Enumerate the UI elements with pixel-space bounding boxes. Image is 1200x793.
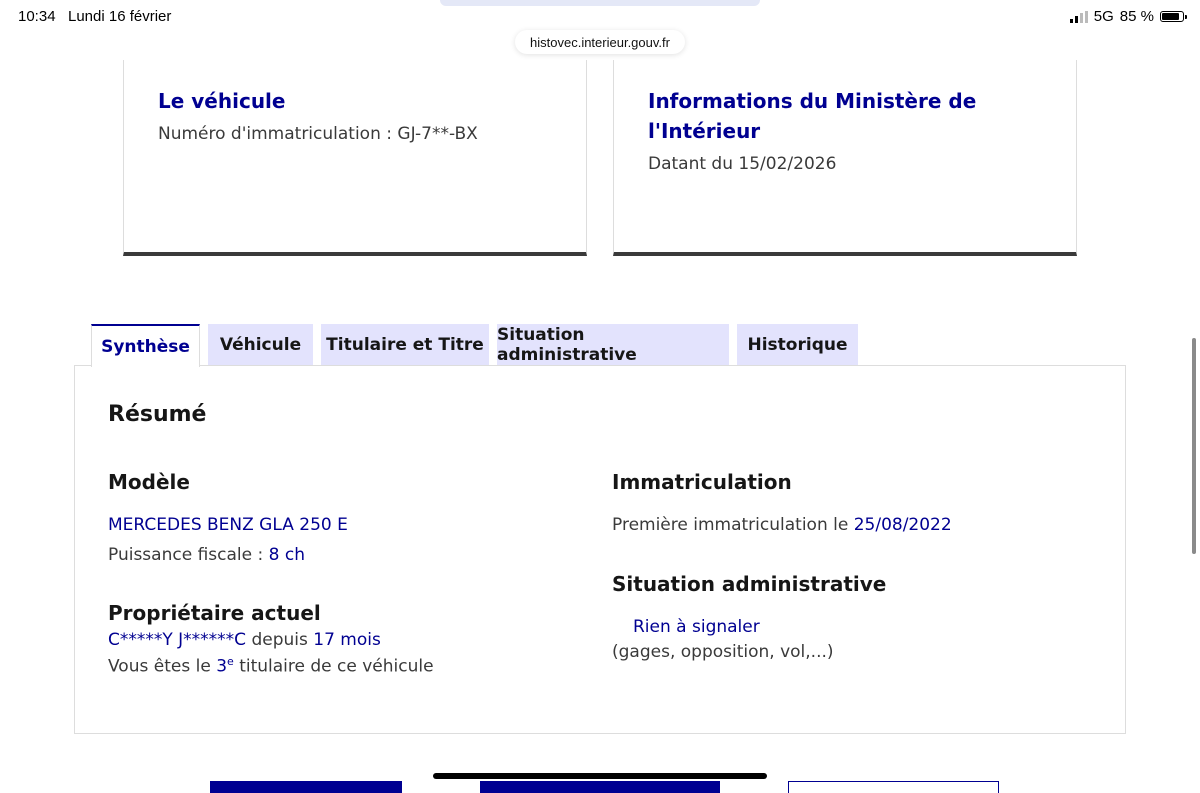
tab-situation-administrative[interactable]: Situation administrative bbox=[497, 324, 729, 365]
battery-label: 85 % bbox=[1119, 8, 1154, 25]
signal-icon bbox=[1069, 10, 1088, 23]
ministry-date: Datant du 15/02/2026 bbox=[648, 150, 976, 178]
model-heading: Modèle bbox=[108, 470, 190, 494]
first-registration-date: 25/08/2022 bbox=[853, 515, 952, 535]
rank-number: 3 bbox=[216, 656, 228, 677]
url-bar[interactable]: histovec.interieur.gouv.fr bbox=[515, 30, 685, 54]
ministry-title-line1: Informations du Ministère de bbox=[648, 89, 977, 113]
bottom-button-3[interactable] bbox=[788, 781, 999, 793]
admin-detail: (gages, opposition, vol,...) bbox=[612, 642, 834, 662]
registration-heading: Immatriculation bbox=[612, 470, 792, 494]
plate-value: GJ-7**-BX bbox=[397, 124, 478, 144]
tab-vehicule[interactable]: Véhicule bbox=[208, 324, 313, 365]
vehicle-plate: Numéro d'immatriculation : GJ-7**-BX bbox=[158, 120, 478, 148]
power-value: 8 ch bbox=[268, 545, 305, 565]
power-label: Puissance fiscale : bbox=[108, 545, 269, 565]
owner-since-value: 17 mois bbox=[313, 630, 381, 650]
tab-titulaire-et-titre[interactable]: Titulaire et Titre bbox=[321, 324, 489, 365]
ministry-card: Informations du Ministère de l'Intérieur … bbox=[613, 60, 1077, 256]
admin-status: Rien à signaler bbox=[633, 617, 760, 637]
fiscal-power: Puissance fiscale : 8 ch bbox=[108, 545, 305, 565]
vehicle-card-title: Le véhicule bbox=[158, 89, 286, 113]
owner-heading: Propriétaire actuel bbox=[108, 601, 321, 625]
date-value: 15/02/2026 bbox=[738, 154, 837, 174]
vehicle-card: Le véhicule Numéro d'immatriculation : G… bbox=[123, 60, 587, 256]
admin-heading: Situation administrative bbox=[612, 572, 887, 596]
ministry-title-line2: l'Intérieur bbox=[648, 119, 761, 143]
first-registration: Première immatriculation le 25/08/2022 bbox=[612, 515, 952, 535]
network-label: 5G bbox=[1093, 8, 1114, 25]
rank-prefix: Vous êtes le bbox=[108, 656, 217, 677]
rank-sup: e bbox=[227, 655, 234, 668]
status-date: Lundi 16 février bbox=[68, 8, 172, 25]
plate-label: Numéro d'immatriculation : bbox=[158, 124, 398, 144]
model-name: MERCEDES BENZ GLA 250 E bbox=[108, 515, 348, 535]
home-indicator[interactable] bbox=[433, 773, 767, 779]
owner-line: C*****Y J******C depuis 17 mois bbox=[108, 630, 381, 650]
owner-rank: Vous êtes le 3e titulaire de ce véhicule bbox=[108, 655, 434, 677]
top-glow bbox=[440, 0, 760, 6]
first-registration-label: Première immatriculation le bbox=[612, 515, 854, 535]
date-label: Datant du bbox=[648, 154, 739, 174]
tab-historique[interactable]: Historique bbox=[737, 324, 858, 365]
owner-name: C*****Y J******C bbox=[108, 630, 247, 650]
ministry-card-title: Informations du Ministère de l'Intérieur bbox=[648, 86, 976, 146]
battery-fill bbox=[1162, 13, 1179, 20]
tab-synthese[interactable]: Synthèse bbox=[91, 324, 200, 367]
summary-heading: Résumé bbox=[108, 402, 207, 427]
status-indicators: 5G 85 % bbox=[1069, 8, 1187, 25]
owner-since-label: depuis bbox=[246, 630, 314, 650]
bottom-button-2[interactable] bbox=[480, 781, 720, 793]
bottom-button-1[interactable] bbox=[210, 781, 402, 793]
scrollbar[interactable] bbox=[1192, 338, 1196, 554]
status-time: 10:34 bbox=[18, 8, 56, 25]
battery-icon bbox=[1160, 11, 1187, 22]
rank-suffix: titulaire de ce véhicule bbox=[233, 656, 434, 677]
